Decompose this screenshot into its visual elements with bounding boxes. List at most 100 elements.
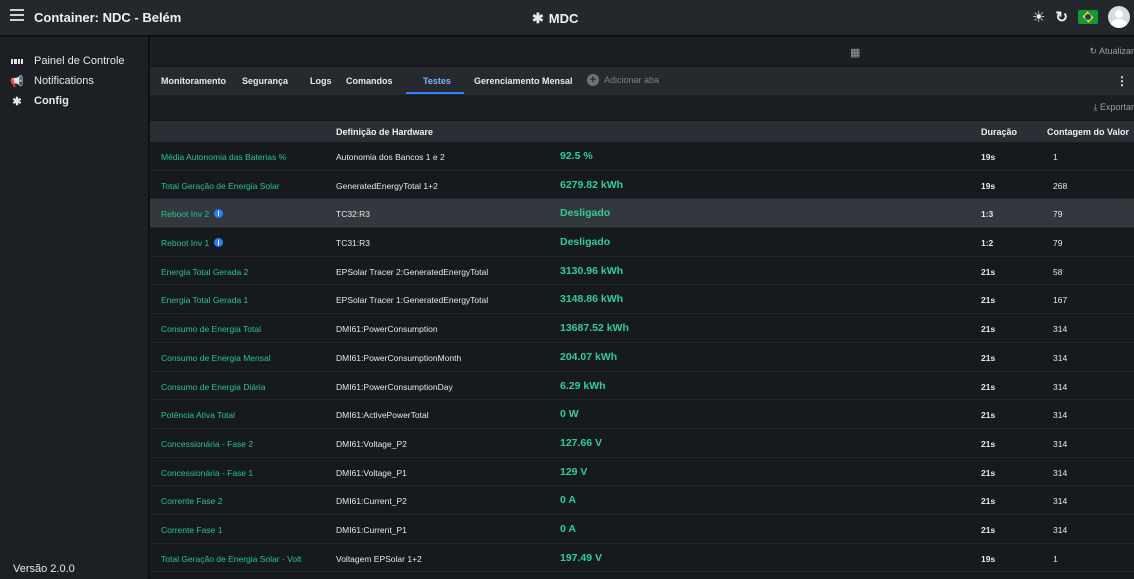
row-definition: Voltagem EPSolar 1+2 <box>336 553 422 564</box>
tab-testes[interactable]: Testes <box>423 76 451 86</box>
tab-logs[interactable]: Logs <box>310 76 332 86</box>
row-value: 3148.86 kWh <box>560 293 624 306</box>
row-name[interactable]: Corrente Fase 2 <box>161 496 222 506</box>
tab-gerenciamento-mensal[interactable]: Gerenciamento Mensal <box>474 76 573 86</box>
row-duration: 19s <box>981 180 996 191</box>
table-body: Média Autonomia das Baterias % Autonomia … <box>150 142 1134 573</box>
row-name-text: Média Autonomia das Baterias % <box>161 152 287 162</box>
row-name[interactable]: Potência Ativa Total <box>161 410 235 420</box>
row-duration: 1:3 <box>981 209 994 220</box>
theme-toggle-sun-icon[interactable]: ☀ <box>1032 8 1045 26</box>
add-tab-button[interactable]: + Adicionar aba <box>587 74 659 86</box>
megaphone-icon: 📢 <box>10 75 24 88</box>
table-row[interactable]: Energia Total Gerada 1 EPSolar Tracer 1:G… <box>150 285 1134 315</box>
column-header-definition[interactable]: Definição de Hardware <box>336 127 433 137</box>
row-name[interactable]: Consumo de Energia Mensal <box>161 353 271 363</box>
sidebar-item-config[interactable]: ✱ Config <box>0 91 148 111</box>
table-row[interactable]: Energia Total Gerada 2 EPSolar Tracer 2:G… <box>150 256 1134 286</box>
row-name[interactable]: Energia Total Gerada 1 <box>161 295 248 305</box>
sidebar-item-notifications[interactable]: 📢 Notifications <box>0 71 148 91</box>
table-row[interactable]: Reboot Inv 2 TC32:R3 Desligado 1:3 79 <box>150 199 1134 229</box>
table-row[interactable]: Consumo de Energia Mensal DMI61:PowerCons… <box>150 342 1134 372</box>
row-duration: 21s <box>981 352 996 363</box>
brazil-flag-icon[interactable] <box>1078 10 1098 24</box>
row-value: 3130.96 kWh <box>560 264 624 277</box>
table-row[interactable]: Reboot Inv 1 TC31:R3 Desligado 1:2 79 <box>150 228 1134 257</box>
row-name-text: Reboot Inv 2 <box>161 209 210 220</box>
row-name-text: Reboot Inv 1 <box>161 238 210 249</box>
export-button[interactable]: ⤓ Exportar <box>1094 102 1134 113</box>
table-row[interactable]: Média Autonomia das Baterias % Autonomia … <box>150 142 1134 171</box>
more-options-icon[interactable]: ⋮ <box>1116 74 1128 88</box>
row-count: 314 <box>1053 324 1068 335</box>
refresh-icon[interactable]: ↻ <box>1055 8 1068 26</box>
row-name[interactable]: Reboot Inv 2 <box>161 209 224 220</box>
row-duration: 21s <box>981 295 996 306</box>
table-row[interactable]: Concessionária - Fase 1 DMI61:Voltage_P1 1… <box>150 457 1134 487</box>
row-definition: DMI61:Current_P1 <box>336 524 407 535</box>
column-header-count[interactable]: Contagem do Valor <box>1047 127 1129 137</box>
tab-seguranca[interactable]: Segurança <box>242 76 288 86</box>
row-value: 13687.52 kWh <box>560 322 629 335</box>
tab-monitoramento[interactable]: Monitoramento <box>161 76 226 86</box>
grid-view-icon[interactable]: ▦ <box>850 46 860 59</box>
row-duration: 21s <box>981 524 996 535</box>
center-title-text: MDC <box>548 11 579 26</box>
table-row[interactable]: Consumo de Energia Total DMI61:PowerConsu… <box>150 314 1134 343</box>
row-definition: TC32:R3 <box>336 209 371 220</box>
table-row[interactable]: Concessionária - Fase 2 DMI61:Voltage_P2 1… <box>150 428 1134 458</box>
row-name[interactable]: Energia Total Gerada 2 <box>161 267 248 277</box>
row-value: 0 A <box>560 494 576 507</box>
table-row[interactable]: Total Geração de Energia Solar GeneratedE… <box>150 170 1134 200</box>
info-icon[interactable] <box>214 238 224 248</box>
row-name[interactable]: Corrente Fase 1 <box>161 525 222 535</box>
row-value: 204.07 kWh <box>560 350 618 363</box>
sidebar-item-label: Notifications <box>34 75 94 87</box>
row-definition: TC31:R3 <box>336 238 371 249</box>
sidebar-item-label: Painel de Controle <box>34 55 125 67</box>
row-definition: DMI61:PowerConsumptionMonth <box>336 352 462 363</box>
row-duration: 21s <box>981 266 996 277</box>
row-name[interactable]: Média Autonomia das Baterias % <box>161 152 286 162</box>
row-name[interactable]: Consumo de Energia Diária <box>161 382 265 392</box>
table-header: Definição de Hardware Duração Contagem d… <box>150 121 1134 142</box>
row-definition: EPSolar Tracer 2:GeneratedEnergyTotal <box>336 266 489 277</box>
table-row[interactable]: Consumo de Energia Diária DMI61:PowerCons… <box>150 371 1134 401</box>
row-name-text: Consumo de Energia Mensal <box>161 352 271 363</box>
row-name[interactable]: Total Geração de Energia Solar <box>161 181 280 191</box>
export-row: ⤓ Exportar <box>150 95 1134 120</box>
row-definition: EPSolar Tracer 1:GeneratedEnergyTotal <box>336 295 489 306</box>
row-name[interactable]: Total Geração de Energia Solar - Volt <box>161 554 301 564</box>
table-row[interactable]: Potência Ativa Total DMI61:ActivePowerTot… <box>150 400 1134 429</box>
row-name-text: Total Geração de Energia Solar - Volt <box>161 553 302 564</box>
row-name-text: Concessionária - Fase 2 <box>161 438 254 449</box>
refresh-button[interactable]: ↻ Atualizar <box>1089 46 1134 57</box>
row-name-text: Energia Total Gerada 2 <box>161 266 249 277</box>
avatar[interactable] <box>1108 6 1130 28</box>
sidebar-item-painel-de-controle[interactable]: Painel de Controle <box>0 51 148 71</box>
row-name[interactable]: Concessionária - Fase 2 <box>161 439 253 449</box>
row-count: 1 <box>1053 152 1058 162</box>
table-row[interactable]: Corrente Fase 2 DMI61:Current_P2 0 A 21s 314 <box>150 486 1134 515</box>
tab-comandos[interactable]: Comandos <box>346 76 393 86</box>
row-count: 58 <box>1053 266 1063 277</box>
table-row[interactable]: Corrente Fase 1 DMI61:Current_P1 0 A 21s 314 <box>150 514 1134 544</box>
table-row[interactable]: Total Geração de Energia Solar - Volt Vol… <box>150 543 1134 573</box>
row-count: 314 <box>1053 496 1068 507</box>
row-name[interactable]: Concessionária - Fase 1 <box>161 468 253 478</box>
row-value: 6.29 kWh <box>560 379 606 392</box>
row-name-text: Consumo de Energia Diária <box>161 381 266 392</box>
info-icon[interactable] <box>214 209 224 219</box>
row-value: 129 V <box>560 465 588 478</box>
hamburger-menu-icon[interactable] <box>10 9 24 23</box>
gear-icon: ✱ <box>532 10 544 26</box>
row-value: 197.49 V <box>560 551 603 564</box>
container-title: Container: NDC - Belém <box>34 10 182 25</box>
row-count: 314 <box>1053 410 1068 421</box>
top-bar: Container: NDC - Belém ✱ MDC ☀ ↻ <box>0 0 1134 36</box>
row-name[interactable]: Consumo de Energia Total <box>161 324 261 334</box>
column-header-duration[interactable]: Duração <box>981 127 1017 137</box>
row-duration: 21s <box>981 381 996 392</box>
export-label: Exportar <box>1099 102 1134 112</box>
row-name[interactable]: Reboot Inv 1 <box>161 238 224 249</box>
